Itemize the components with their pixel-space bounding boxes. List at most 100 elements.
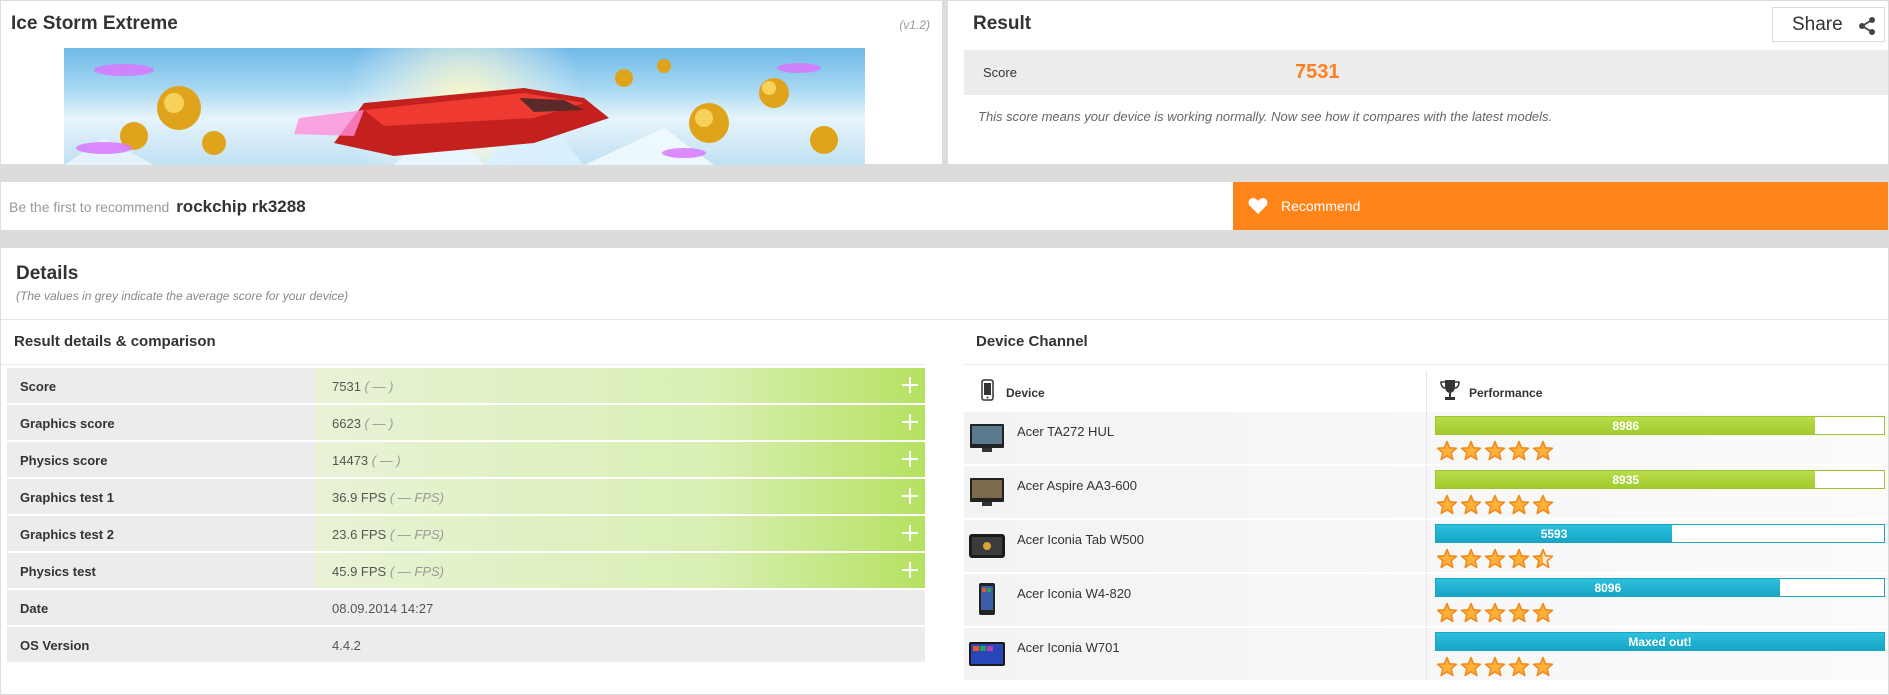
test-version: (v1.2) [899, 18, 930, 32]
divider [1426, 520, 1427, 572]
share-button[interactable]: Share [1772, 7, 1885, 42]
row-value: 23.6 FPS ( — FPS) [315, 516, 925, 551]
star-icon [1532, 656, 1554, 677]
test-banner-image [64, 48, 865, 165]
device-thumbnail-icon [969, 534, 1005, 558]
star-icon [1508, 494, 1530, 515]
star-icon [1436, 494, 1458, 515]
star-icon [1484, 656, 1506, 677]
result-panel: Result Share Score 7531 This score means… [948, 1, 1888, 164]
share-label: Share [1792, 14, 1843, 35]
row-value: 7531 ( — ) [315, 368, 925, 403]
device-name[interactable]: Acer TA272 HUL [1017, 424, 1114, 439]
star-icon [1484, 440, 1506, 461]
device-channel-title: Device Channel [976, 333, 1088, 350]
performance-score: Maxed out! [1628, 635, 1692, 649]
divider [1426, 574, 1427, 626]
expand-plus-icon[interactable] [902, 451, 918, 467]
row-average: ( — ) [364, 416, 394, 431]
device-thumbnail-icon [969, 642, 1005, 666]
table-row: Date 08.09.2014 14:27 [7, 590, 925, 625]
performance-score: 8096 [1594, 581, 1622, 595]
result-title: Result [973, 13, 1032, 34]
row-label: Date [20, 601, 49, 616]
device-row[interactable]: Acer Iconia Tab W500 5593 [964, 520, 1888, 572]
trophy-icon [1440, 380, 1460, 400]
divider [1426, 628, 1427, 680]
device-name[interactable]: Acer Iconia Tab W500 [1017, 532, 1144, 547]
divider [964, 364, 1888, 365]
rating-stars [1436, 440, 1556, 462]
performance-bar: 8935 [1435, 470, 1885, 489]
test-panel: Ice Storm Extreme (v1.2) [1, 1, 942, 165]
star-icon [1484, 602, 1506, 623]
star-icon [1508, 602, 1530, 623]
star-icon [1436, 548, 1458, 569]
device-name[interactable]: Acer Aspire AA3-600 [1017, 478, 1137, 493]
device-thumbnail-icon [970, 424, 1004, 452]
row-label: Graphics test 1 [20, 490, 114, 505]
row-value: 45.9 FPS ( — FPS) [315, 553, 925, 588]
rating-stars [1436, 548, 1556, 570]
performance-bar: Maxed out! [1435, 632, 1885, 651]
score-value: 7531 [1295, 61, 1340, 83]
table-row: Physics score 14473 ( — ) [7, 442, 925, 477]
score-description: This score means your device is working … [978, 109, 1553, 124]
heart-icon [1248, 198, 1268, 214]
star-icon [1532, 548, 1554, 569]
score-row: Score 7531 [964, 50, 1888, 95]
device-name[interactable]: Acer Iconia W701 [1017, 640, 1120, 655]
rating-stars [1436, 602, 1556, 624]
star-icon [1532, 494, 1554, 515]
expand-plus-icon[interactable] [902, 562, 918, 578]
expand-plus-icon[interactable] [902, 525, 918, 541]
star-icon [1508, 440, 1530, 461]
recommend-bar: Be the first to recommend rockchip rk328… [1, 182, 1888, 230]
expand-plus-icon[interactable] [902, 377, 918, 393]
row-value: 14473 ( — ) [315, 442, 925, 477]
performance-bar: 8986 [1435, 416, 1885, 435]
device-channel-header: Device Performance [964, 370, 1888, 412]
star-icon [1460, 440, 1482, 461]
recommend-text: Be the first to recommend rockchip rk328… [9, 197, 306, 217]
divider [1426, 466, 1427, 518]
result-details-title: Result details & comparison [14, 333, 216, 350]
row-average: ( — FPS) [389, 490, 444, 505]
share-icon [1859, 17, 1875, 35]
device-thumbnail-icon [970, 478, 1004, 506]
divider [1, 319, 1888, 320]
star-icon [1460, 548, 1482, 569]
device-row[interactable]: Acer TA272 HUL 8986 [964, 412, 1888, 464]
performance-bar: 5593 [1435, 524, 1885, 543]
device-row[interactable]: Acer Aspire AA3-600 8935 [964, 466, 1888, 518]
recommend-device-name: rockchip rk3288 [176, 197, 306, 216]
performance-score: 5593 [1540, 527, 1568, 541]
rating-stars [1436, 656, 1556, 678]
expand-plus-icon[interactable] [902, 414, 918, 430]
phone-icon [981, 379, 994, 401]
star-icon [1436, 656, 1458, 677]
device-thumbnail-icon [979, 583, 995, 615]
row-label: Physics test [20, 564, 96, 579]
divider [1, 364, 926, 365]
star-icon [1460, 656, 1482, 677]
row-average: ( — FPS) [389, 527, 444, 542]
recommend-button[interactable]: Recommend [1233, 182, 1888, 230]
device-row[interactable]: Acer Iconia W4-820 8096 [964, 574, 1888, 626]
star-icon [1460, 494, 1482, 515]
row-average: ( — FPS) [389, 564, 444, 579]
device-column-header: Device [1006, 386, 1045, 400]
performance-score: 8986 [1612, 419, 1640, 433]
device-row[interactable]: Acer Iconia W701 Maxed out! [964, 628, 1888, 680]
row-average: ( — ) [364, 379, 394, 394]
recommend-label: Recommend [1281, 198, 1361, 214]
star-icon [1484, 494, 1506, 515]
performance-bar: 8096 [1435, 578, 1885, 597]
device-name[interactable]: Acer Iconia W4-820 [1017, 586, 1131, 601]
star-icon [1436, 602, 1458, 623]
expand-plus-icon[interactable] [902, 488, 918, 504]
row-value: 08.09.2014 14:27 [332, 601, 434, 616]
star-icon [1436, 440, 1458, 461]
row-label: Physics score [20, 453, 108, 468]
row-label: Graphics score [20, 416, 115, 431]
